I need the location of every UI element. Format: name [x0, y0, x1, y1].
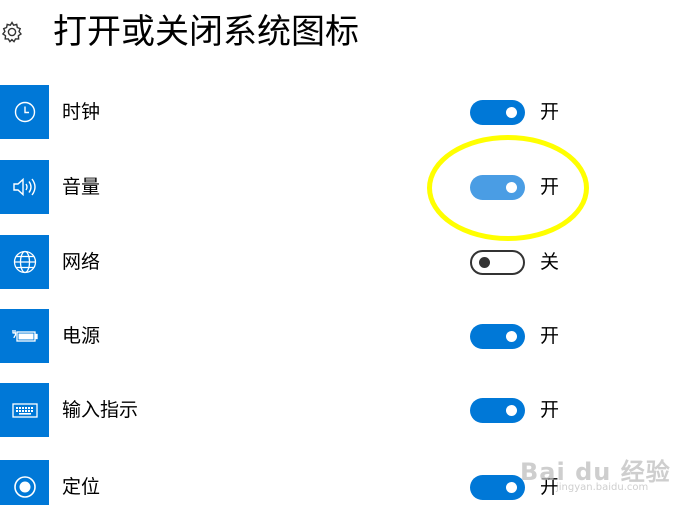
gear-icon	[0, 20, 24, 44]
toggle-state-text: 开	[540, 399, 560, 421]
network-tile	[0, 235, 49, 289]
network-toggle[interactable]	[470, 250, 525, 275]
toggle-state-text: 开	[540, 101, 560, 123]
system-icons-settings-page: 打开或关闭系统图标 时钟 开 音量 开 网络 关 电源 开 输入指示 开 定位 …	[0, 0, 677, 505]
toggle-state-text: 关	[540, 251, 560, 273]
clock-tile	[0, 85, 49, 139]
settings-row-power: 电源 开	[0, 309, 677, 363]
settings-row-clock: 时钟 开	[0, 85, 677, 139]
settings-row-label: 定位	[62, 476, 101, 498]
location-tile	[0, 460, 49, 505]
settings-row-label: 电源	[62, 325, 101, 347]
power-tile	[0, 309, 49, 363]
settings-row-volume: 音量 开	[0, 160, 677, 214]
settings-row-network: 网络 关	[0, 235, 677, 289]
toggle-knob	[506, 482, 517, 493]
toggle-state-text: 开	[540, 176, 560, 198]
input-indicator-tile	[0, 383, 49, 437]
power-toggle[interactable]	[470, 324, 525, 349]
battery-plug-icon	[11, 324, 39, 348]
volume-toggle[interactable]	[470, 175, 525, 200]
toggle-state-text: 开	[540, 325, 560, 347]
globe-icon	[12, 249, 38, 275]
speaker-icon	[12, 175, 38, 199]
settings-row-location: 定位 开	[0, 460, 677, 505]
settings-row-input-indicator: 输入指示 开	[0, 383, 677, 437]
keyboard-icon	[11, 400, 39, 420]
page-title: 打开或关闭系统图标	[53, 12, 359, 52]
toggle-knob	[506, 182, 517, 193]
settings-row-label: 网络	[62, 251, 101, 273]
toggle-knob	[479, 257, 490, 268]
clock-icon	[13, 100, 37, 124]
input-indicator-toggle[interactable]	[470, 398, 525, 423]
toggle-knob	[506, 107, 517, 118]
location-icon	[12, 474, 38, 500]
volume-tile	[0, 160, 49, 214]
toggle-knob	[506, 405, 517, 416]
settings-row-label: 时钟	[62, 101, 101, 123]
toggle-state-text: 开	[540, 476, 560, 498]
settings-row-label: 输入指示	[62, 399, 139, 421]
clock-toggle[interactable]	[470, 100, 525, 125]
settings-row-label: 音量	[62, 176, 101, 198]
location-toggle[interactable]	[470, 475, 525, 500]
toggle-knob	[506, 331, 517, 342]
